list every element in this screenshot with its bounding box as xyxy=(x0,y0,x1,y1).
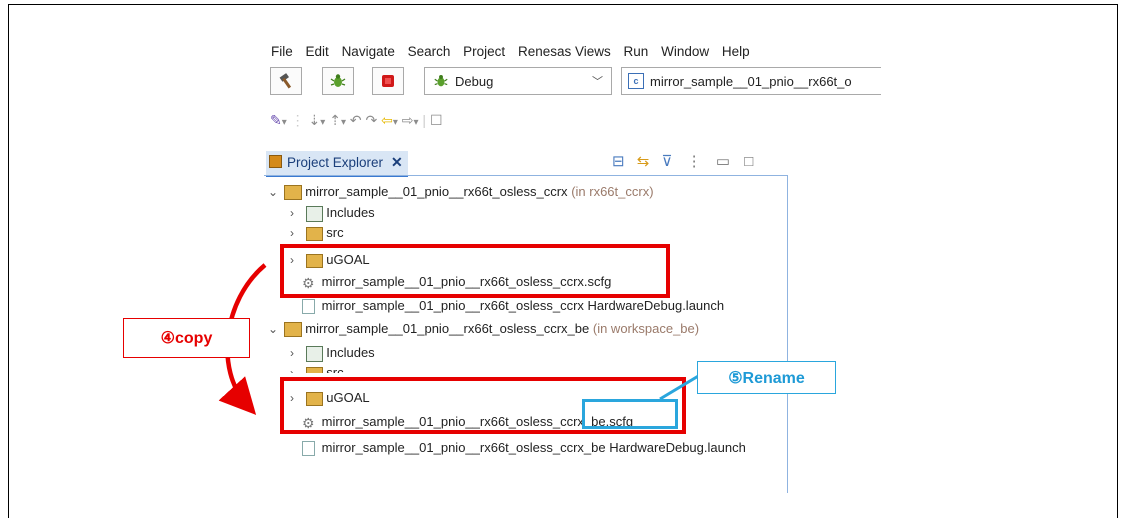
panel-title: Project Explorer xyxy=(287,155,384,170)
c-file-icon: c xyxy=(628,73,644,89)
tree-label: mirror_sample__01_pnio__rx66t_osless_ccr… xyxy=(305,184,568,199)
menu-file[interactable]: File xyxy=(271,44,293,59)
forward-edit-icon[interactable]: ↷ xyxy=(365,112,377,128)
build-button[interactable] xyxy=(270,67,302,95)
view-menu-icon[interactable]: ⋮ xyxy=(687,153,702,170)
menu-bar: File Edit Navigate Search Project Renesa… xyxy=(271,44,759,59)
back-icon[interactable]: ⇦ xyxy=(381,112,393,128)
menu-project[interactable]: Project xyxy=(463,44,505,59)
close-icon[interactable]: ✕ xyxy=(391,154,403,171)
tree-label: Includes xyxy=(326,345,375,360)
minimize-icon[interactable]: ▭ xyxy=(716,153,730,170)
project-icon xyxy=(283,185,302,201)
menu-window[interactable]: Window xyxy=(661,44,709,59)
chevron-down-icon[interactable]: ⌄ xyxy=(268,183,280,201)
chevron-right-icon[interactable]: › xyxy=(290,224,302,242)
copy-label: ④copy xyxy=(123,318,250,358)
separator: ⋮ xyxy=(290,112,305,128)
chevron-right-icon[interactable]: › xyxy=(290,204,302,222)
bug-icon xyxy=(330,74,346,87)
tree-location: (in rx66t_ccrx) xyxy=(571,184,654,199)
includes-icon xyxy=(305,205,323,222)
tree-launch-1[interactable]: mirror_sample__01_pnio__rx66t_osless_ccr… xyxy=(302,297,786,315)
tree-launch-2[interactable]: mirror_sample__01_pnio__rx66t_osless_ccr… xyxy=(302,439,786,457)
tree-label: mirror_sample__01_pnio__rx66t_osless_ccr… xyxy=(305,321,590,336)
link-with-editor-icon[interactable]: ⇆ xyxy=(637,153,650,170)
highlight-box-source xyxy=(280,244,670,298)
tree-includes-1[interactable]: › Includes xyxy=(290,204,375,222)
tree-label: Includes xyxy=(326,205,375,220)
launch-config-select[interactable]: c mirror_sample__01_pnio__rx66t_o xyxy=(621,67,881,95)
rename-label: ⑤Rename xyxy=(697,361,836,394)
separator: | xyxy=(422,112,427,128)
build-config-select[interactable]: Debug ﹀ xyxy=(424,67,612,95)
back-edit-icon[interactable]: ↶ xyxy=(350,112,362,128)
tree-label: mirror_sample__01_pnio__rx66t_osless_ccr… xyxy=(321,440,746,455)
launch-config-value: mirror_sample__01_pnio__rx66t_o xyxy=(650,73,852,89)
collapse-all-icon[interactable]: ⊟ xyxy=(612,153,625,170)
panel-toolbar: ⊟ ⇆ ⊽ ⋮ ▭ □ xyxy=(612,152,753,170)
source-folder-icon xyxy=(305,366,323,373)
bug-icon xyxy=(434,75,448,87)
debug-button[interactable] xyxy=(322,67,354,95)
file-icon xyxy=(302,441,315,457)
forward-icon[interactable]: ⇨ xyxy=(402,112,414,128)
tree-label: src xyxy=(326,225,344,240)
chevron-right-icon[interactable]: › xyxy=(290,364,302,373)
hammer-icon xyxy=(279,73,292,89)
tree-src-2[interactable]: › src xyxy=(290,364,344,373)
source-folder-icon xyxy=(305,226,323,241)
build-config-value: Debug xyxy=(455,73,494,89)
stop-icon xyxy=(382,75,394,87)
file-icon xyxy=(302,299,315,315)
maximize-icon[interactable]: □ xyxy=(744,153,753,170)
menu-renesas-views[interactable]: Renesas Views xyxy=(518,44,611,59)
tree-label: src xyxy=(326,365,344,373)
tree-project-1[interactable]: ⌄ mirror_sample__01_pnio__rx66t_osless_c… xyxy=(268,183,654,201)
menu-edit[interactable]: Edit xyxy=(306,44,329,59)
filter-icon[interactable]: ⊽ xyxy=(662,153,673,170)
menu-run[interactable]: Run xyxy=(624,44,649,59)
menu-search[interactable]: Search xyxy=(408,44,451,59)
secondary-toolbar: ✎▾ ⋮ ⇣▾ ⇡▾ ↶ ↷ ⇦▾ ⇨▾ | ☐ xyxy=(270,112,443,128)
chevron-right-icon[interactable]: › xyxy=(290,344,302,362)
next-annotation-icon[interactable]: ⇣ xyxy=(309,112,321,128)
chevron-down-icon: ﹀ xyxy=(592,76,603,88)
pin-editor-icon[interactable]: ☐ xyxy=(430,112,443,128)
menu-help[interactable]: Help xyxy=(722,44,750,59)
stop-button[interactable] xyxy=(372,67,404,95)
tree-src-1[interactable]: › src xyxy=(290,224,344,242)
project-explorer-tab[interactable]: Project Explorer ✕ xyxy=(266,151,408,177)
includes-icon xyxy=(305,345,323,362)
project-icon xyxy=(283,322,302,338)
tree-includes-2[interactable]: › Includes xyxy=(290,344,375,362)
tree-project-2[interactable]: ⌄ mirror_sample__01_pnio__rx66t_osless_c… xyxy=(268,320,699,338)
tree-location: (in workspace_be) xyxy=(592,321,700,336)
pen-icon[interactable]: ✎ xyxy=(270,112,282,128)
menu-navigate[interactable]: Navigate xyxy=(342,44,395,59)
tree-label: mirror_sample__01_pnio__rx66t_osless_ccr… xyxy=(321,298,725,313)
project-explorer-icon xyxy=(269,155,282,168)
prev-annotation-icon[interactable]: ⇡ xyxy=(329,112,341,128)
